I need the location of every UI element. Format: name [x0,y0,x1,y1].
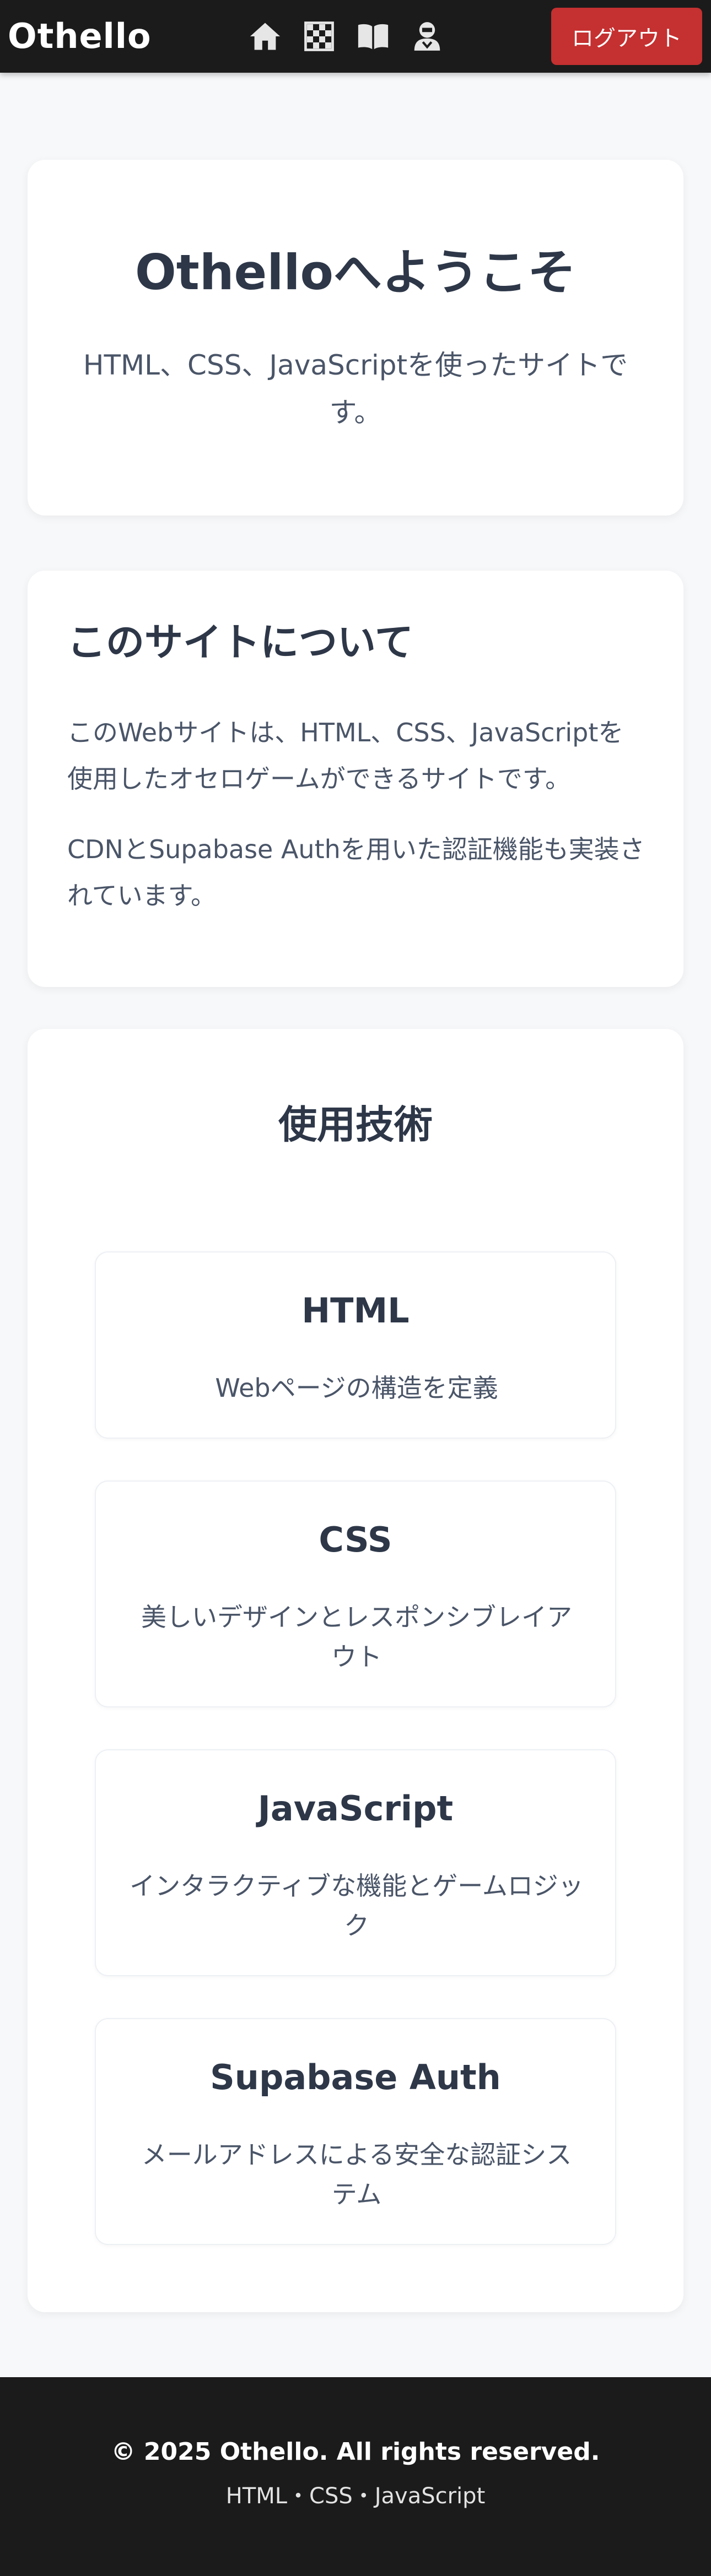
hero-title: Othelloへようこそ [135,244,576,301]
nav-game[interactable] [299,17,339,56]
tech-item-description: 美しいデザインとレスポンシブレイアウト [141,1602,572,1672]
user-icon [414,22,440,51]
footer-copyright: © 2025 Othello. All rights reserved. [111,2438,600,2466]
top-nav-bar: Othello ログアウト [0,0,711,73]
hero-subtitle: HTML、CSS、JavaScriptを使ったサイトです。 [83,349,628,429]
tech-item-description: インタラクティブな機能とゲームロジック [130,1871,584,1940]
tech-item-title: JavaScript [257,1788,454,1829]
tech-item-javascript: JavaScript インタラクティブな機能とゲームロジック [95,1749,616,1976]
nav-home[interactable] [245,17,285,56]
about-heading: このサイトについて [67,620,413,665]
site-footer: © 2025 Othello. All rights reserved. HTM… [0,2377,711,2576]
tech-item-description: Webページの構造を定義 [215,1373,498,1403]
tech-item-description: メールアドレスによる安全な認証システム [141,2140,572,2209]
about-paragraph: このWebサイトは、HTML、CSS、JavaScriptを使用したオセロゲーム… [67,718,624,794]
tech-item-title: Supabase Auth [210,2057,501,2097]
tech-card: 使用技術 HTML Webページの構造を定義 CSS 美しいデザインとレスポンシ… [28,1029,683,2312]
tech-item-html: HTML Webページの構造を定義 [95,1251,616,1439]
nav-icons [245,17,447,56]
tech-item-css: CSS 美しいデザインとレスポンシブレイアウト [95,1480,616,1707]
home-icon [250,23,281,50]
tech-item-title: HTML [301,1290,410,1331]
about-paragraph: CDNとSupabase Authを用いた認証機能も実装されています。 [67,834,645,910]
tech-item-title: CSS [319,1520,392,1560]
checkerboard-icon [304,21,334,51]
site-logo[interactable]: Othello [8,15,152,57]
book-icon [358,24,389,50]
nav-rules[interactable] [353,17,393,56]
logout-button[interactable]: ログアウト [551,8,702,65]
hero-card: Othelloへようこそ HTML、CSS、JavaScriptを使ったサイトで… [28,160,683,516]
footer-tech-line: HTML・CSS・JavaScript [225,2483,486,2509]
tech-item-supabase-auth: Supabase Auth メールアドレスによる安全な認証システム [95,2018,616,2245]
nav-profile[interactable] [407,17,447,56]
tech-heading: 使用技術 [278,1102,433,1147]
about-card: このサイトについて このWebサイトは、HTML、CSS、JavaScriptを… [28,571,683,987]
